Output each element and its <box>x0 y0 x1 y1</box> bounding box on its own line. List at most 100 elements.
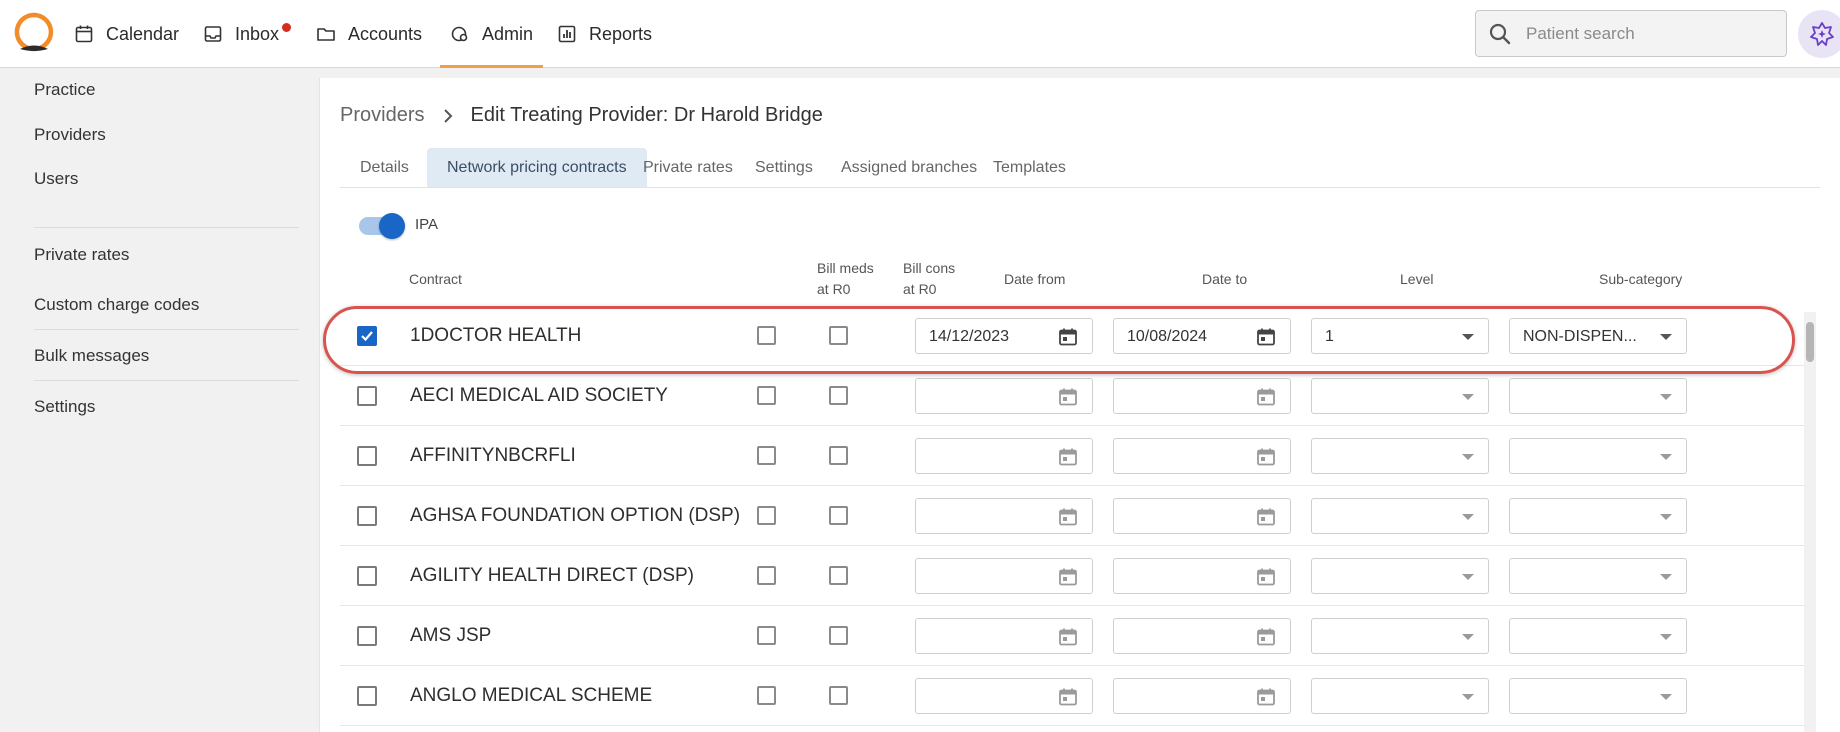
patient-search-box[interactable] <box>1475 10 1787 57</box>
table-scrollbar[interactable] <box>1804 312 1816 732</box>
sidebar-item-practice[interactable]: Practice <box>34 80 95 100</box>
row-select-checkbox[interactable] <box>357 686 377 706</box>
tab-network-pricing-contracts[interactable]: Network pricing contracts <box>427 148 647 187</box>
date-from-field[interactable] <box>915 438 1093 474</box>
dropdown-caret-icon <box>1660 334 1672 340</box>
ai-sparkle-icon <box>1810 22 1834 46</box>
dropdown-caret-icon <box>1462 514 1474 520</box>
date-to-field[interactable]: 10/08/2024 <box>1113 318 1291 354</box>
dropdown-caret-icon <box>1660 574 1672 580</box>
column-header-bill-meds-line1: Bill meds <box>817 260 874 276</box>
sidebar-item-providers[interactable]: Providers <box>34 125 106 145</box>
sidebar-item-private-rates[interactable]: Private rates <box>34 245 129 265</box>
date-from-field[interactable] <box>915 678 1093 714</box>
tab-settings[interactable]: Settings <box>735 148 833 187</box>
app-logo[interactable] <box>14 12 54 52</box>
tab-private-rates[interactable]: Private rates <box>623 148 753 187</box>
date-from-field[interactable] <box>915 558 1093 594</box>
date-to-field[interactable] <box>1113 438 1291 474</box>
dropdown-caret-icon <box>1462 694 1474 700</box>
level-select[interactable] <box>1311 378 1489 414</box>
sub-category-select[interactable] <box>1509 438 1687 474</box>
sub-category-select[interactable] <box>1509 378 1687 414</box>
column-header-bill-cons-line2: at R0 <box>903 281 937 297</box>
sidebar-item-bulk-messages[interactable]: Bulk messages <box>34 346 149 366</box>
level-select[interactable]: 1 <box>1311 318 1489 354</box>
row-select-checkbox[interactable] <box>357 566 377 586</box>
level-select[interactable] <box>1311 618 1489 654</box>
bill-cons-checkbox[interactable] <box>829 446 848 465</box>
bill-cons-checkbox[interactable] <box>829 506 848 525</box>
nav-calendar[interactable]: Calendar <box>74 0 179 68</box>
date-to-field[interactable] <box>1113 498 1291 534</box>
bill-cons-checkbox[interactable] <box>829 386 848 405</box>
main-content-panel: Providers Edit Treating Provider: Dr Har… <box>319 78 1840 732</box>
bill-meds-checkbox[interactable] <box>757 626 776 645</box>
date-to-field[interactable] <box>1113 378 1291 414</box>
sub-category-select[interactable] <box>1509 678 1687 714</box>
level-select[interactable] <box>1311 678 1489 714</box>
toggle-thumb <box>379 213 405 239</box>
tab-assigned-branches[interactable]: Assigned branches <box>821 148 997 187</box>
column-header-date-from: Date from <box>1004 271 1066 287</box>
sub-category-value: NON-DISPEN... <box>1523 328 1637 345</box>
tab-details[interactable]: Details <box>340 148 429 187</box>
level-select[interactable] <box>1311 498 1489 534</box>
level-select[interactable] <box>1311 438 1489 474</box>
bill-cons-checkbox[interactable] <box>829 566 848 585</box>
bill-cons-checkbox[interactable] <box>829 326 848 345</box>
date-from-field[interactable]: 14/12/2023 <box>915 318 1093 354</box>
calendar-icon <box>1257 628 1275 646</box>
column-header-bill-meds: Bill meds at R0 <box>817 258 874 300</box>
contract-name: AGHSA FOUNDATION OPTION (DSP) <box>410 505 741 526</box>
date-from-field[interactable] <box>915 378 1093 414</box>
scrollbar-thumb[interactable] <box>1806 322 1814 362</box>
bill-meds-checkbox[interactable] <box>757 446 776 465</box>
calendar-icon <box>1059 328 1077 346</box>
sub-category-select[interactable]: NON-DISPEN... <box>1509 318 1687 354</box>
breadcrumb-providers-link[interactable]: Providers <box>340 104 424 127</box>
date-from-field[interactable] <box>915 618 1093 654</box>
bill-cons-checkbox[interactable] <box>829 686 848 705</box>
calendar-icon <box>1257 328 1275 346</box>
row-select-checkbox[interactable] <box>357 386 377 406</box>
bill-meds-checkbox[interactable] <box>757 506 776 525</box>
date-to-field[interactable] <box>1113 678 1291 714</box>
sub-category-select[interactable] <box>1509 498 1687 534</box>
patient-search-input[interactable] <box>1526 23 1766 44</box>
contract-name: AGILITY HEALTH DIRECT (DSP) <box>410 565 694 586</box>
row-select-checkbox[interactable] <box>357 506 377 526</box>
bill-meds-checkbox[interactable] <box>757 686 776 705</box>
bill-meds-checkbox[interactable] <box>757 326 776 345</box>
sidebar-item-settings[interactable]: Settings <box>34 397 95 417</box>
nav-admin[interactable]: Admin <box>439 0 544 68</box>
assistant-button[interactable] <box>1798 10 1840 58</box>
level-select[interactable] <box>1311 558 1489 594</box>
nav-inbox[interactable]: Inbox <box>203 0 291 68</box>
calendar-icon <box>1257 568 1275 586</box>
sidebar-item-users[interactable]: Users <box>34 169 78 189</box>
table-row: AGHSA FOUNDATION OPTION (DSP) <box>340 486 1805 546</box>
dropdown-caret-icon <box>1660 454 1672 460</box>
sidebar-item-custom-charge-codes[interactable]: Custom charge codes <box>34 295 199 315</box>
dropdown-caret-icon <box>1462 574 1474 580</box>
tab-templates[interactable]: Templates <box>973 148 1086 187</box>
date-from-field[interactable] <box>915 498 1093 534</box>
nav-accounts[interactable]: Accounts <box>316 0 422 68</box>
ipa-toggle[interactable] <box>359 213 405 239</box>
date-to-field[interactable] <box>1113 618 1291 654</box>
row-select-checkbox[interactable] <box>357 626 377 646</box>
bill-cons-checkbox[interactable] <box>829 626 848 645</box>
dropdown-caret-icon <box>1660 694 1672 700</box>
sub-category-select[interactable] <box>1509 558 1687 594</box>
row-select-checkbox[interactable] <box>357 326 377 346</box>
provider-tabs: Details Network pricing contracts Privat… <box>340 148 1820 188</box>
sub-category-select[interactable] <box>1509 618 1687 654</box>
calendar-icon <box>1059 388 1077 406</box>
row-select-checkbox[interactable] <box>357 446 377 466</box>
bill-meds-checkbox[interactable] <box>757 566 776 585</box>
nav-reports[interactable]: Reports <box>557 0 652 68</box>
column-header-date-to: Date to <box>1202 271 1248 287</box>
date-to-field[interactable] <box>1113 558 1291 594</box>
bill-meds-checkbox[interactable] <box>757 386 776 405</box>
